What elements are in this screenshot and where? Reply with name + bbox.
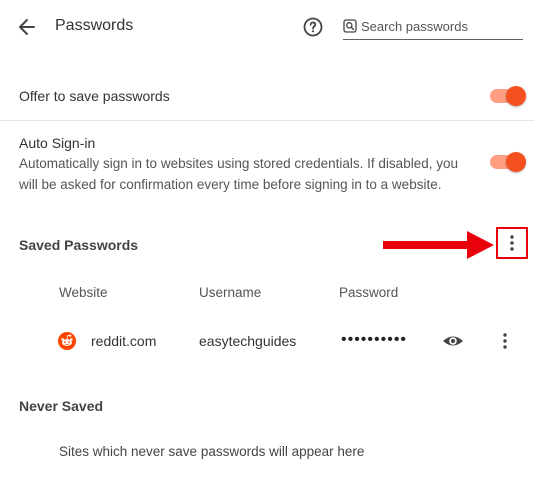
column-header-website: Website [59,285,108,300]
username-cell: easytechguides [199,333,297,349]
offer-to-save-row: Offer to save passwords [0,72,534,121]
search-input[interactable] [361,16,521,36]
auto-signin-toggle[interactable] [490,152,526,172]
never-saved-empty-message: Sites which never save passwords will ap… [59,444,365,459]
saved-passwords-more-button[interactable] [502,233,522,253]
show-password-button[interactable] [441,331,465,351]
password-cell: •••••••••• [341,331,408,348]
more-vert-icon [503,333,507,349]
offer-to-save-toggle[interactable] [490,86,526,106]
page-title: Passwords [55,17,134,34]
toggle-knob [506,86,526,106]
toggle-knob [506,152,526,172]
never-saved-heading: Never Saved [19,398,104,414]
eye-icon [443,336,463,346]
search-icon [343,19,357,33]
arrow-left-icon [19,19,35,35]
password-row: reddit.com easytechguides •••••••••• [0,322,534,360]
auto-signin-description: Automatically sign in to websites using … [19,156,458,192]
saved-passwords-heading: Saved Passwords [19,237,139,253]
help-circle-icon [303,17,323,37]
offer-to-save-label: Offer to save passwords [19,88,170,104]
reddit-icon [58,332,76,350]
annotation-arrow-icon [383,231,494,259]
auto-signin-title: Auto Sign-in [19,135,96,151]
help-button[interactable] [302,16,324,38]
passwords-settings-page: Passwords Offer to save passwords Auto S… [0,0,534,480]
column-header-password: Password [339,285,399,300]
header: Passwords [0,0,534,54]
password-row-more-button[interactable] [495,331,515,351]
more-vert-icon [510,235,514,251]
search-box[interactable] [343,16,523,40]
back-button[interactable] [14,14,40,40]
auto-signin-row: Auto Sign-in Automatically sign in to we… [19,133,479,195]
column-header-username: Username [199,285,262,300]
website-cell: reddit.com [91,333,157,349]
